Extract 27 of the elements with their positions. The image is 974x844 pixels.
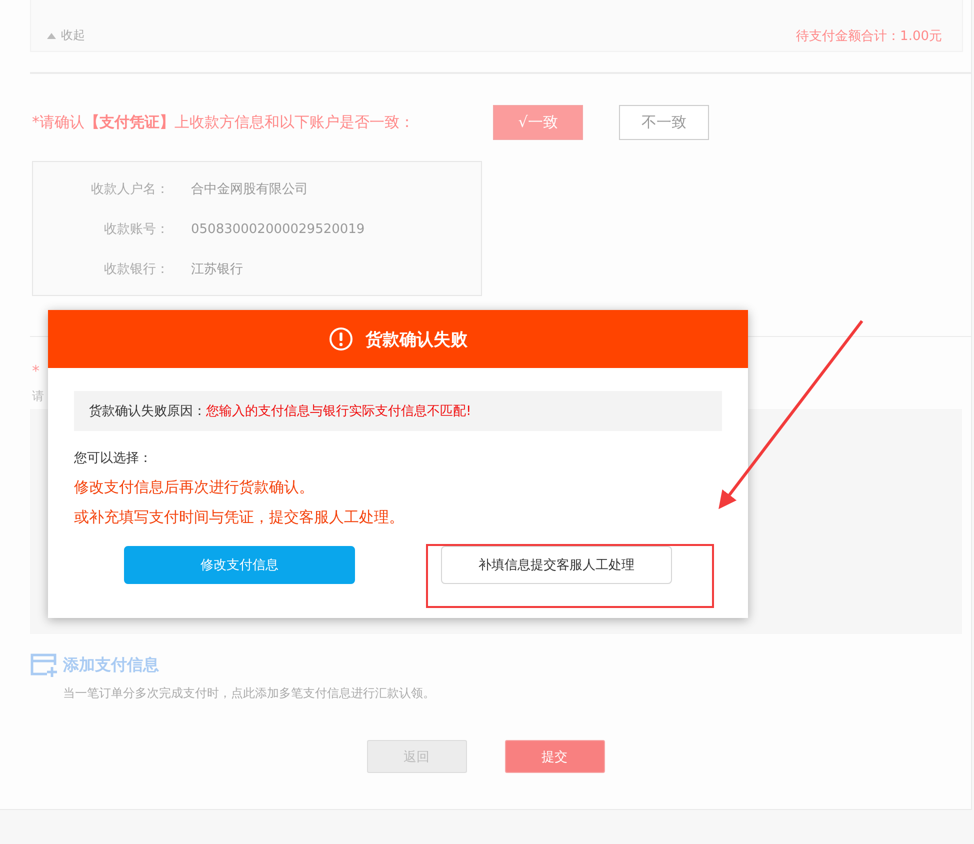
collapse-link[interactable]: 收起 — [47, 27, 85, 44]
add-card-icon — [30, 653, 58, 677]
confirm-prompt: *请确认【支付凭证】上收款方信息和以下账户是否一致： — [32, 112, 416, 132]
choice-label: 您可以选择： — [74, 450, 153, 467]
caret-icon — [47, 32, 56, 38]
reason-label: 货款确认失败原因： — [89, 403, 206, 420]
field-label: 收款银行： — [103, 261, 169, 278]
warning-icon — [328, 327, 352, 351]
field-label: 收款账号： — [103, 221, 169, 238]
choice-text: 或补充填写支付时间与凭证，提交客服人工处理。 — [74, 508, 405, 527]
add-payment-note: 当一笔订单分多次完成支付时，点此添加多笔支付信息进行汇款认领。 — [63, 685, 436, 702]
field-value: 江苏银行 — [191, 261, 243, 278]
section-hint: 请 — [32, 388, 45, 405]
add-payment-link[interactable]: 添加支付信息 — [63, 654, 159, 676]
pending-total: 待支付金额合计：1.00元 — [796, 28, 942, 44]
field-label: 收款人户名： — [90, 181, 169, 198]
edit-payment-button[interactable]: 修改支付信息 — [124, 546, 355, 584]
reason-text: 您输入的支付信息与银行实际支付信息不匹配! — [206, 403, 472, 420]
match-option[interactable]: 不一致 — [619, 104, 709, 140]
dialog-title: 货款确认失败 — [366, 328, 468, 350]
field-value: 050830002000029520019 — [191, 222, 365, 236]
choice-text: 修改支付信息后再次进行货款确认。 — [74, 478, 315, 497]
submit-button[interactable]: 提交 — [504, 740, 604, 773]
section-title: * — [32, 362, 40, 380]
field-value: 合中金网股有限公司 — [191, 181, 308, 198]
manual-review-button[interactable]: 补填信息提交客服人工处理 — [441, 546, 672, 584]
match-option[interactable]: √一致 — [493, 104, 583, 140]
